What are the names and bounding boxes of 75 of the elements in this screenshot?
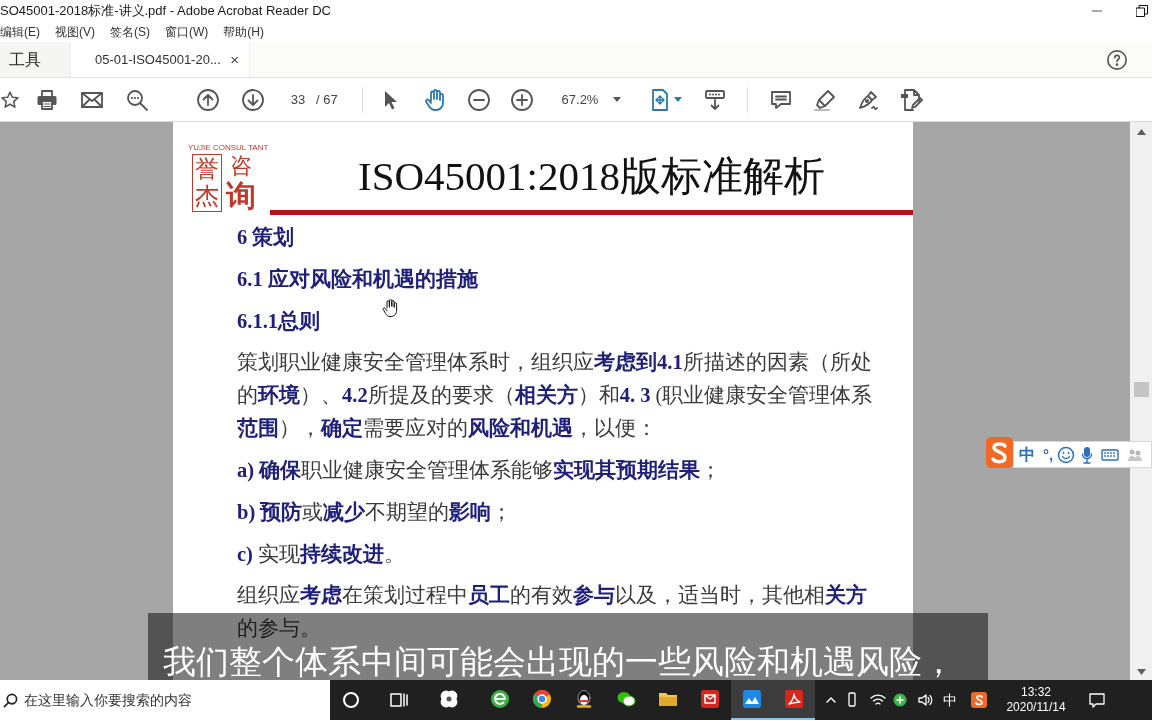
logo-character: 咨 bbox=[230, 154, 252, 178]
browser-app-icon[interactable] bbox=[490, 689, 510, 709]
input-method-logo-icon[interactable] bbox=[971, 692, 987, 708]
paragraph: 策划职业健康安全管理体系时，组织应考虑到4.1所描述的因素（所处的环境）、4.2所提及的要求（相关方）和4. 3 (职业健康安全管理体系范围），确定需要应对的风险和机遇，以便： bbox=[237, 350, 874, 441]
arrow-up-circle-icon[interactable] bbox=[196, 87, 220, 112]
logo-character: 誉 bbox=[195, 156, 219, 183]
logo-caption: YUJIE CONSUL TANT bbox=[188, 143, 270, 152]
task-view-icon[interactable] bbox=[389, 691, 409, 709]
segmented-circle-app-icon[interactable] bbox=[532, 689, 552, 709]
subtitle-text: 我们整个体系中间可能会出现的一些风险和机遇风险， bbox=[163, 644, 955, 679]
list-item-text: a) 确保职业健康安全管理体系能够实现其预期结果； bbox=[237, 458, 723, 484]
paragraph: 组织应考虑在策划过程中员工的有效参与以及，适当时，其他相关方的参与。 bbox=[237, 582, 868, 641]
pdf-app-icon[interactable] bbox=[784, 689, 804, 709]
zoom-field[interactable]: 67.2% bbox=[560, 89, 600, 110]
scroll-up-icon[interactable] bbox=[1136, 129, 1146, 135]
arrow-down-circle-icon[interactable] bbox=[241, 87, 265, 112]
chat-bubbles-app-icon[interactable] bbox=[616, 689, 636, 709]
restore-icon[interactable] bbox=[1136, 5, 1148, 17]
ime-punctuation[interactable]: °, bbox=[1043, 445, 1054, 464]
caret-down-icon[interactable] bbox=[613, 97, 621, 102]
microphone-icon[interactable] bbox=[1081, 445, 1094, 464]
notification-icon[interactable] bbox=[1088, 692, 1106, 708]
window-title: SO45001-2018标准-讲义.pdf - Adobe Acrobat Reader DC bbox=[0, 3, 331, 19]
ring-icon[interactable] bbox=[342, 691, 360, 709]
zoom-in-icon[interactable] bbox=[510, 87, 534, 112]
print-icon[interactable] bbox=[35, 87, 59, 112]
logo-character: 杰 bbox=[195, 183, 219, 210]
input-method-logo-icon[interactable] bbox=[986, 437, 1013, 468]
menu-item[interactable]: 编辑(E) bbox=[0, 24, 40, 40]
volume-icon[interactable] bbox=[917, 693, 933, 707]
hand-icon[interactable] bbox=[423, 87, 447, 112]
mail-app-icon[interactable] bbox=[700, 689, 720, 709]
hand-cursor-icon bbox=[382, 299, 398, 317]
phone-icon[interactable] bbox=[846, 692, 858, 708]
section-heading: 6.1 应对风险和机遇的措施 bbox=[237, 267, 478, 292]
document-title: ISO45001:2018版标准解析 bbox=[358, 155, 825, 197]
menu-item[interactable]: 帮助(H) bbox=[223, 24, 264, 40]
page-number-field[interactable]: 33 bbox=[288, 89, 308, 110]
section-heading: 6.1.1总则 bbox=[237, 309, 320, 334]
keyboard-icon[interactable] bbox=[1101, 447, 1120, 462]
star-icon[interactable] bbox=[0, 89, 20, 110]
clock-time[interactable]: 13:32 bbox=[1021, 685, 1051, 700]
page-count: / 67 bbox=[316, 90, 339, 109]
search-icon bbox=[3, 693, 18, 708]
section-heading: 6 策划 bbox=[237, 225, 295, 250]
penguin-app-icon[interactable] bbox=[574, 689, 594, 709]
list-item-text: c) 实现持续改进。 bbox=[237, 542, 407, 567]
logo-character: 询 bbox=[226, 178, 256, 214]
tab-close-button[interactable]: × bbox=[228, 51, 241, 68]
search-field[interactable]: 在这里输入你要搜索的内容 bbox=[0, 680, 330, 720]
menu-item[interactable]: 窗口(W) bbox=[165, 24, 209, 40]
help-icon[interactable] bbox=[1106, 48, 1128, 71]
ime-mode[interactable]: 中 bbox=[1019, 445, 1035, 464]
zoom-out-icon[interactable] bbox=[467, 87, 491, 112]
list-item-text: b) 预防或减少不期望的影响； bbox=[237, 500, 514, 526]
edit-document-icon[interactable] bbox=[899, 87, 923, 112]
clock-date[interactable]: 2020/11/14 bbox=[1006, 700, 1066, 715]
mountain-app-icon[interactable] bbox=[742, 689, 762, 709]
scrollbar-thumb[interactable] bbox=[1133, 382, 1149, 397]
taskbar-app-button[interactable] bbox=[773, 680, 815, 720]
flower-app-icon[interactable] bbox=[439, 689, 459, 709]
input-language[interactable]: 中 bbox=[942, 692, 958, 708]
taskbar-app-button[interactable] bbox=[731, 680, 773, 720]
keyboard-download-icon[interactable] bbox=[703, 87, 727, 112]
search-icon[interactable] bbox=[125, 87, 149, 112]
caret-down-icon[interactable] bbox=[674, 97, 682, 102]
menu-item[interactable]: 签名(S) bbox=[110, 24, 150, 40]
menu-item[interactable]: 视图(V) bbox=[55, 24, 95, 40]
wifi-icon[interactable] bbox=[870, 693, 886, 707]
tab[interactable]: 工具 bbox=[0, 42, 70, 77]
smiley-icon[interactable] bbox=[1057, 445, 1076, 464]
plus-circle-icon[interactable] bbox=[893, 693, 907, 707]
tab[interactable]: 05-01-ISO45001-20... × bbox=[70, 42, 250, 77]
highlighter-icon[interactable] bbox=[813, 87, 837, 112]
scroll-down-icon[interactable] bbox=[1136, 669, 1146, 675]
